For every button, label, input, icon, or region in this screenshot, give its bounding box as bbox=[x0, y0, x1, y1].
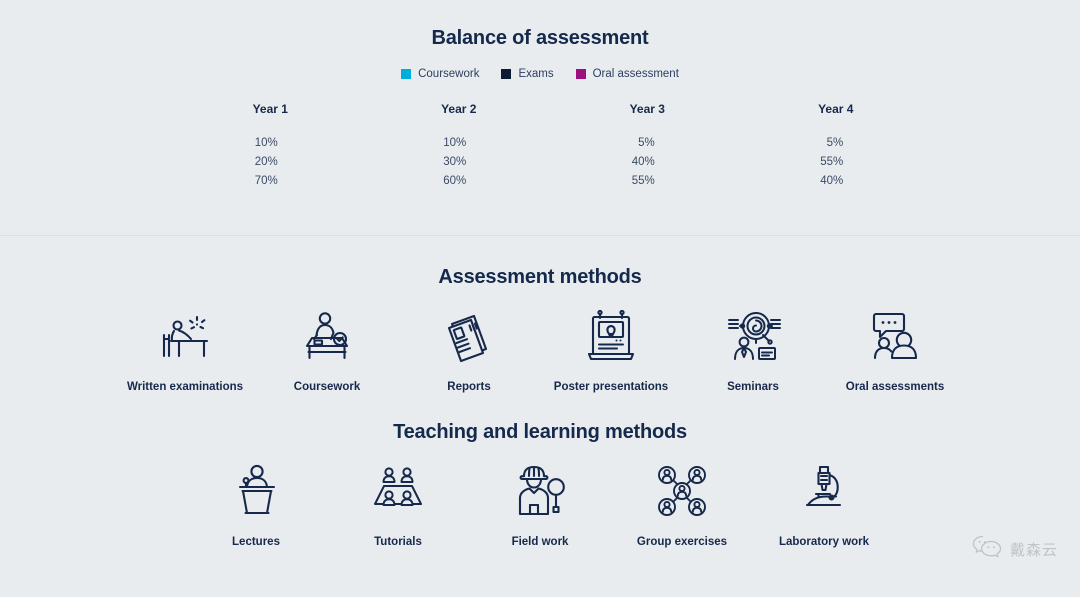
method-item-coursework[interactable]: Coursework bbox=[256, 305, 398, 393]
year-value-exams: 40% bbox=[631, 156, 655, 168]
year-value-coursework: 10% bbox=[254, 137, 278, 149]
poster-board-icon bbox=[585, 305, 637, 367]
method-label: Tutorials bbox=[374, 536, 422, 548]
watermark-text: 戴森云 bbox=[1009, 542, 1058, 559]
year-column-1: Year 1 10% 20% 70% bbox=[176, 102, 365, 191]
year-value-coursework: 5% bbox=[826, 137, 844, 149]
assessment-methods-title: Assessment methods bbox=[438, 266, 642, 288]
watermark: 戴森云 bbox=[972, 534, 1058, 565]
legend-item-exams: Exams bbox=[501, 68, 554, 80]
year-value-exams: 55% bbox=[820, 156, 844, 168]
method-item-laboratory-work[interactable]: Laboratory work bbox=[753, 460, 895, 548]
year-column-values: 10% 30% 60% bbox=[443, 134, 466, 191]
method-label: Seminars bbox=[727, 381, 779, 393]
method-label: Written examinations bbox=[126, 381, 244, 393]
method-item-field-work[interactable]: Field work bbox=[469, 460, 611, 548]
method-label: Reports bbox=[447, 381, 491, 393]
method-label: Group exercises bbox=[636, 536, 728, 548]
teaching-methods-row: Lectures Tutorials Field work Group exer… bbox=[0, 460, 1080, 548]
year-value-oral: 60% bbox=[443, 175, 467, 187]
year-column-4: Year 4 5% 55% 40% bbox=[742, 102, 931, 191]
method-item-lectures[interactable]: Lectures bbox=[185, 460, 327, 548]
wechat-icon bbox=[972, 534, 1002, 565]
two-people-speech-icon bbox=[866, 305, 924, 367]
legend-label-exams: Exams bbox=[518, 68, 554, 80]
year-value-coursework: 10% bbox=[443, 137, 467, 149]
method-item-reports[interactable]: Reports bbox=[398, 305, 540, 393]
page-title: Balance of assessment bbox=[431, 27, 649, 49]
method-item-tutorials[interactable]: Tutorials bbox=[327, 460, 469, 548]
method-item-oral-assessments[interactable]: Oral assessments bbox=[824, 305, 966, 393]
year-column-values: 10% 20% 70% bbox=[255, 134, 278, 191]
method-item-written-examinations[interactable]: Written examinations bbox=[114, 305, 256, 393]
table-group-icon bbox=[369, 460, 427, 522]
method-label: Lectures bbox=[232, 536, 280, 548]
year-value-exams: 20% bbox=[254, 156, 278, 168]
year-column-2: Year 2 10% 30% 60% bbox=[365, 102, 554, 191]
method-label: Field work bbox=[511, 536, 569, 548]
hardhat-magnifier-icon bbox=[512, 460, 568, 522]
year-column-values: 5% 55% 40% bbox=[820, 134, 843, 191]
method-label: Oral assessments bbox=[845, 381, 945, 393]
balance-table: Year 1 10% 20% 70% Year 2 10% 30% 60% Ye… bbox=[0, 102, 1080, 191]
year-column-values: 5% 40% 55% bbox=[632, 134, 655, 191]
desk-writing-icon bbox=[155, 305, 215, 367]
legend-swatch-exams bbox=[501, 69, 512, 79]
podium-speaker-icon bbox=[229, 460, 283, 522]
legend: Coursework Exams Oral assessment bbox=[0, 68, 1080, 80]
legend-swatch-oral bbox=[575, 69, 586, 79]
teaching-methods-section: Teaching and learning methods Lectures T… bbox=[0, 393, 1080, 548]
legend-label-coursework: Coursework bbox=[418, 68, 480, 80]
year-value-oral: 40% bbox=[820, 175, 844, 187]
microscope-icon bbox=[796, 460, 852, 522]
assessment-methods-section: Assessment methods Written examinations … bbox=[0, 236, 1080, 393]
assessment-methods-row: Written examinations Coursework Reports … bbox=[0, 305, 1080, 393]
year-value-coursework: 5% bbox=[638, 137, 655, 149]
people-network-icon bbox=[654, 460, 710, 522]
year-column-3: Year 3 5% 40% 55% bbox=[553, 102, 742, 191]
legend-item-oral-assessment: Oral assessment bbox=[575, 68, 679, 80]
year-column-header: Year 3 bbox=[629, 102, 665, 116]
method-label: Coursework bbox=[293, 381, 361, 393]
year-column-header: Year 1 bbox=[252, 102, 288, 116]
documents-icon bbox=[441, 305, 497, 367]
year-value-exams: 30% bbox=[443, 156, 467, 168]
method-label: Laboratory work bbox=[778, 536, 870, 548]
year-column-header: Year 2 bbox=[441, 102, 477, 116]
balance-of-assessment-section: Balance of assessment Coursework Exams O… bbox=[0, 0, 1080, 236]
method-item-poster-presentations[interactable]: Poster presentations bbox=[540, 305, 682, 393]
method-label: Poster presentations bbox=[553, 381, 669, 393]
presenter-network-icon bbox=[723, 305, 783, 367]
legend-swatch-coursework bbox=[401, 69, 412, 79]
desk-marking-icon bbox=[297, 305, 357, 367]
year-value-oral: 70% bbox=[254, 175, 278, 187]
legend-label-oral-assessment: Oral assessment bbox=[592, 68, 679, 80]
method-item-seminars[interactable]: Seminars bbox=[682, 305, 824, 393]
legend-item-coursework: Coursework bbox=[401, 68, 479, 80]
year-column-header: Year 4 bbox=[818, 102, 854, 116]
teaching-methods-title: Teaching and learning methods bbox=[393, 421, 687, 443]
year-value-oral: 55% bbox=[631, 175, 655, 187]
method-item-group-exercises[interactable]: Group exercises bbox=[611, 460, 753, 548]
